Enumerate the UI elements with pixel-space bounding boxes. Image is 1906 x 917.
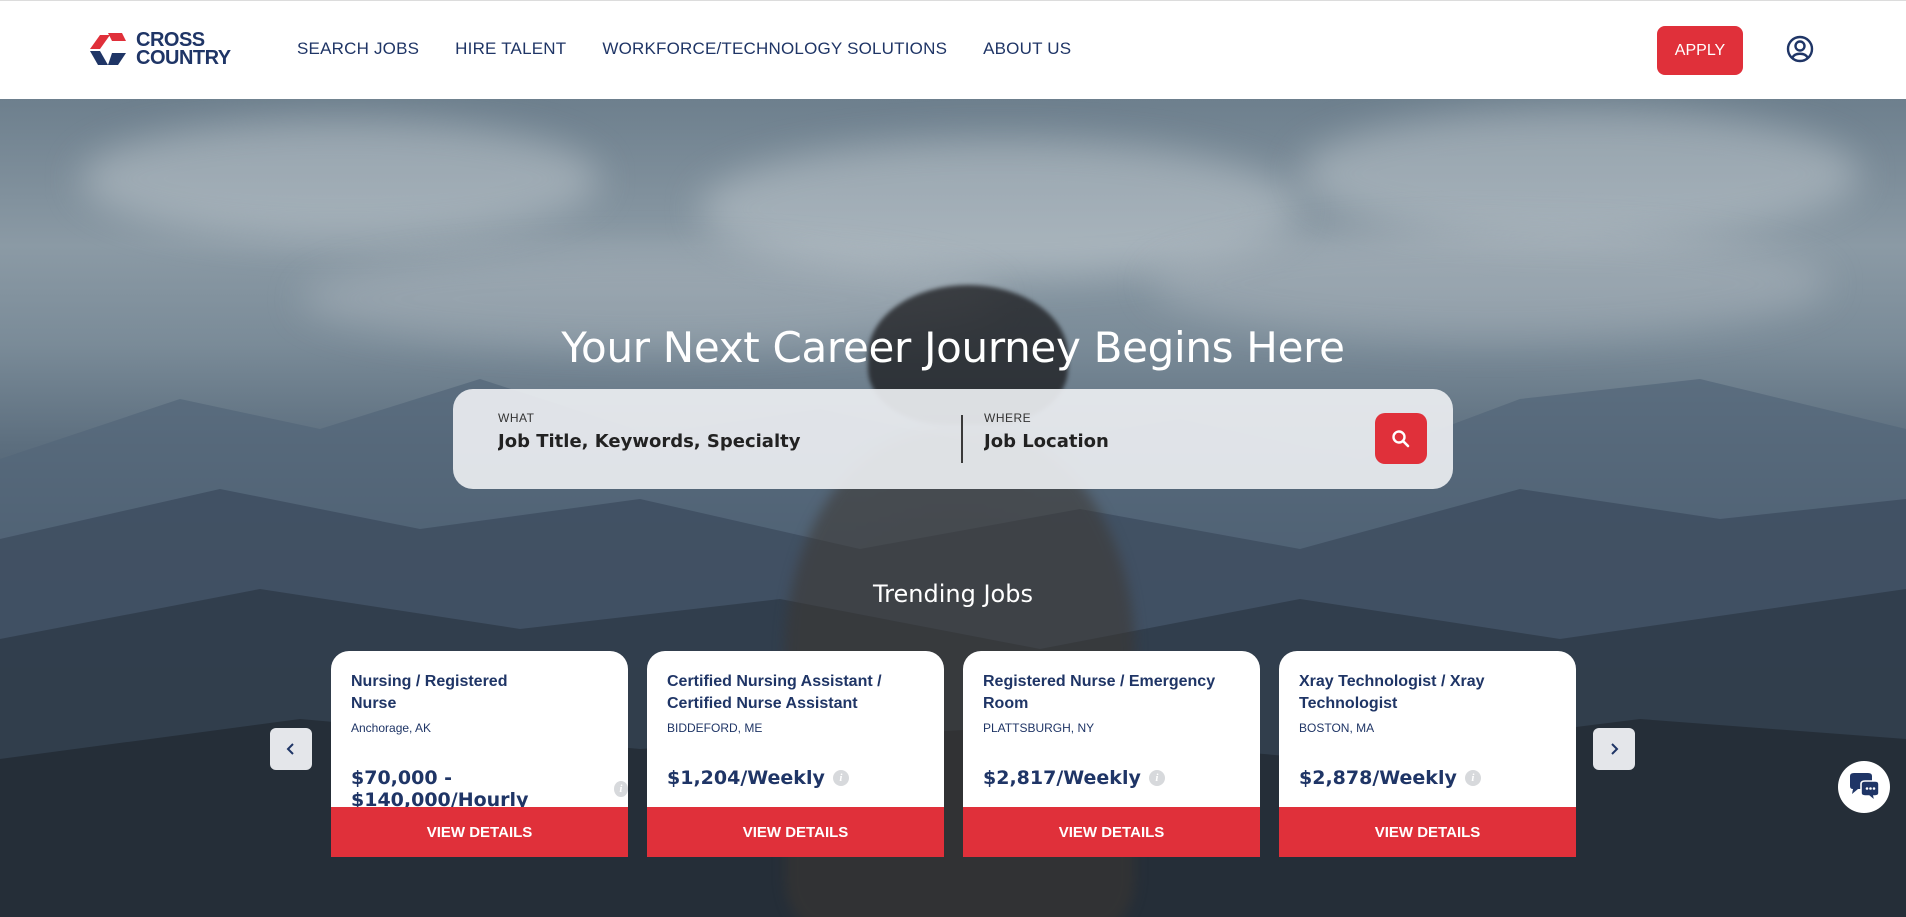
user-circle-icon[interactable] <box>1786 35 1814 63</box>
job-card-pay-value: $2,878/Weekly <box>1299 767 1457 789</box>
info-icon[interactable]: i <box>1464 770 1481 786</box>
search-divider <box>961 415 963 463</box>
chat-button[interactable] <box>1838 761 1890 813</box>
job-card-title[interactable]: Registered Nurse / Emergency Room <box>983 671 1243 715</box>
job-card-pay-value: $70,000 - $140,000/Hourly <box>351 767 529 811</box>
carousel-prev-button[interactable] <box>270 728 312 770</box>
view-details-button[interactable]: VIEW DETAILS <box>963 807 1260 857</box>
nav-search-jobs[interactable]: SEARCH JOBS <box>297 39 419 59</box>
job-card-pay-value: $1,204/Weekly <box>667 767 825 789</box>
what-input[interactable] <box>498 431 918 452</box>
cross-country-logo[interactable]: CROSS COUNTRY <box>86 25 246 73</box>
search-icon <box>1392 429 1410 447</box>
nav-workforce-technology-solutions[interactable]: WORKFORCE/TECHNOLOGY SOLUTIONS <box>602 39 947 59</box>
job-card[interactable]: Certified Nursing Assistant / Certified … <box>647 651 944 857</box>
logo-text-line2: COUNTRY <box>136 47 231 69</box>
job-card-title[interactable]: Certified Nursing Assistant / Certified … <box>667 671 927 715</box>
job-card-pay: $1,204/Weekly i <box>667 767 849 789</box>
carousel-next-button[interactable] <box>1593 728 1635 770</box>
nav-about-us[interactable]: ABOUT US <box>983 39 1071 59</box>
job-search-box: WHAT WHERE <box>453 389 1453 489</box>
view-details-button[interactable]: VIEW DETAILS <box>1279 807 1576 857</box>
job-card-location: BIDDEFORD, ME <box>667 721 763 735</box>
job-card-pay: $2,817/Weekly i <box>983 767 1165 789</box>
chevron-right-icon <box>1611 743 1619 755</box>
main-nav: SEARCH JOBS HIRE TALENT WORKFORCE/TECHNO… <box>297 39 1107 59</box>
job-card-title[interactable]: Xray Technologist / Xray Technologist <box>1299 671 1559 715</box>
search-button[interactable] <box>1375 413 1427 464</box>
trending-jobs-heading: Trending Jobs <box>873 580 1033 608</box>
job-card[interactable]: Xray Technologist / Xray Technologist BO… <box>1279 651 1576 857</box>
nav-hire-talent[interactable]: HIRE TALENT <box>455 39 566 59</box>
chevron-left-icon <box>286 743 294 755</box>
job-card-pay: $70,000 - $140,000/Hourly i <box>351 767 628 811</box>
where-label: WHERE <box>984 411 1032 425</box>
hero-title: Your Next Career Journey Begins Here <box>561 323 1345 372</box>
site-header: CROSS COUNTRY SEARCH JOBS HIRE TALENT WO… <box>0 0 1906 99</box>
job-card-location: BOSTON, MA <box>1299 721 1375 735</box>
info-icon[interactable]: i <box>1148 770 1165 786</box>
job-card[interactable]: Registered Nurse / Emergency Room PLATTS… <box>963 651 1260 857</box>
what-field: WHAT <box>498 411 918 452</box>
job-card-title[interactable]: Nursing / Registered Nurse <box>351 671 531 715</box>
job-card-location: PLATTSBURGH, NY <box>983 721 1095 735</box>
where-input[interactable] <box>984 431 1344 452</box>
view-details-button[interactable]: VIEW DETAILS <box>647 807 944 857</box>
job-card-pay: $2,878/Weekly i <box>1299 767 1481 789</box>
hero-section: Your Next Career Journey Begins Here WHA… <box>0 99 1906 917</box>
info-icon[interactable]: i <box>613 781 628 797</box>
view-details-button[interactable]: VIEW DETAILS <box>331 807 628 857</box>
where-field: WHERE <box>984 411 1344 452</box>
background-cloud <box>1300 109 1860 239</box>
background-cloud <box>80 119 600 239</box>
what-label: WHAT <box>498 411 535 425</box>
apply-button[interactable]: APPLY <box>1657 26 1743 75</box>
job-card[interactable]: Nursing / Registered Nurse Anchorage, AK… <box>331 651 628 857</box>
chat-bubbles-icon <box>1850 773 1880 802</box>
job-card-pay-value: $2,817/Weekly <box>983 767 1141 789</box>
logo-mark-icon <box>86 27 130 71</box>
info-icon[interactable]: i <box>832 770 849 786</box>
job-card-location: Anchorage, AK <box>351 721 432 735</box>
